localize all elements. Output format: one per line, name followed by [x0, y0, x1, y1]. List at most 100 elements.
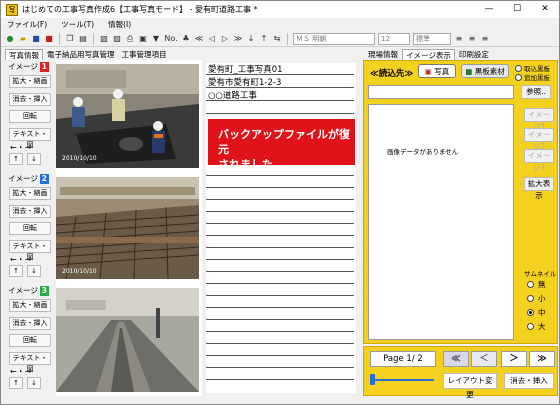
image-label-text: イメージ: [8, 174, 38, 183]
photo-3[interactable]: [56, 288, 199, 392]
open-folder-icon[interactable]: ▰: [18, 34, 28, 44]
up-button-3[interactable]: ↑: [9, 377, 23, 389]
next-icon[interactable]: ▷: [220, 34, 230, 44]
size-select[interactable]: 12: [378, 32, 410, 45]
thumb-none-radio[interactable]: [527, 281, 534, 288]
paste-icon[interactable]: ▤: [78, 34, 88, 44]
up-arrow-icon[interactable]: ↑: [259, 34, 269, 44]
align-center-icon[interactable]: ≡: [467, 34, 477, 44]
import-board-radio[interactable]: [515, 65, 522, 72]
entry-divider: [206, 307, 354, 308]
load-source-label: ≪読込先≫: [370, 69, 414, 79]
lr-arrows-1[interactable]: ←・→: [10, 142, 31, 153]
style-select[interactable]: 標準: [413, 32, 451, 45]
camera-icon[interactable]: ▣: [138, 34, 148, 44]
print-icon[interactable]: ⎙: [125, 34, 135, 44]
text-button-1[interactable]: テキスト・図: [9, 128, 51, 149]
menu-tools[interactable]: ツール(T): [61, 19, 94, 30]
last-page-button[interactable]: ≫: [529, 351, 555, 367]
entry-divider: [206, 367, 354, 368]
menu-bar: ファイル(F) ツール(T) 情報(I): [1, 18, 559, 31]
tab-site-info[interactable]: 現場情報: [365, 49, 401, 60]
swap-icon[interactable]: ⇆: [272, 34, 282, 44]
erase-insert-button-2[interactable]: 消去・挿入: [9, 205, 51, 218]
thumb-medium-radio[interactable]: [527, 309, 534, 316]
tab-image-display[interactable]: イメージ表示: [402, 49, 455, 60]
minimize-button[interactable]: —: [475, 1, 503, 18]
next-page-button[interactable]: ＞: [501, 351, 527, 367]
font-select[interactable]: ＭＳ 明朝: [293, 32, 375, 45]
maximize-button[interactable]: ☐: [503, 1, 531, 18]
tab-print-settings[interactable]: 印刷設定: [456, 49, 492, 60]
thumb-large-radio[interactable]: [527, 323, 534, 330]
prev-icon[interactable]: ◁: [207, 34, 217, 44]
entry-divider: [206, 283, 354, 284]
new-file-icon[interactable]: ●: [5, 34, 15, 44]
entry-divider: [206, 74, 354, 75]
page-slider-thumb[interactable]: [370, 374, 375, 385]
image-2-button[interactable]: イメージ2: [524, 128, 554, 151]
right-tab-bar: 現場情報 イメージ表示 印刷設定: [365, 49, 493, 60]
toast-line-1: バックアップファイルが復元: [218, 128, 350, 156]
up-button-2[interactable]: ↑: [9, 265, 23, 277]
tab-electronic-delivery[interactable]: 電子納品用写真管理: [44, 49, 118, 60]
zoom-button-2[interactable]: 拡大・縮画: [9, 187, 51, 200]
first-icon[interactable]: ≪: [194, 34, 204, 44]
board-material-button[interactable]: ■ 黒板素材: [461, 64, 509, 78]
image-display-panel: ≪読込先≫ ▣ 写真 ■ 黒板素材 取込黒板 追加黒板 参照.. 画像データがあ…: [363, 60, 558, 344]
erase-insert-button-1[interactable]: 消去・挿入: [9, 93, 51, 106]
photo-2[interactable]: 2010/10/10: [56, 177, 199, 279]
rotate-button-2[interactable]: 回転: [9, 222, 51, 235]
page-slider-track[interactable]: [372, 379, 434, 381]
lr-arrows-3[interactable]: ←・→: [10, 366, 31, 377]
image-3-button[interactable]: イメージ3: [524, 149, 554, 172]
menu-file[interactable]: ファイル(F): [7, 19, 47, 30]
close-button[interactable]: ✕: [531, 1, 559, 18]
filter-icon[interactable]: ▼: [151, 34, 161, 44]
enlarge-button[interactable]: 拡大表示: [524, 177, 554, 200]
save-icon[interactable]: ■: [31, 34, 41, 44]
print-preview-icon[interactable]: ▨: [112, 34, 122, 44]
save-as-icon[interactable]: ■: [44, 34, 54, 44]
entry-divider: [206, 355, 354, 356]
align-left-icon[interactable]: ≡: [454, 34, 464, 44]
add-board-radio[interactable]: [515, 74, 522, 81]
path-input[interactable]: [368, 85, 514, 99]
erase-insert-page-button[interactable]: 消去・挿入: [504, 373, 554, 389]
photo-1[interactable]: 2010/10/10: [56, 64, 199, 168]
prev-page-button[interactable]: ＜: [471, 351, 497, 367]
first-page-button[interactable]: ≪: [443, 351, 469, 367]
tab-construction-items[interactable]: 工事管理項目: [119, 49, 170, 60]
thumb-small-radio[interactable]: [527, 295, 534, 302]
zoom-button-1[interactable]: 拡大・縮画: [9, 75, 51, 88]
number-label[interactable]: No.: [164, 34, 178, 44]
browse-button[interactable]: 参照..: [521, 85, 551, 99]
rotate-button-1[interactable]: 回転: [9, 110, 51, 123]
last-icon[interactable]: ≫: [233, 34, 243, 44]
image-1-button[interactable]: イメージ1: [524, 108, 554, 131]
entry-divider: [206, 113, 354, 114]
menu-info[interactable]: 情報(I): [108, 19, 131, 30]
down-button-1[interactable]: ↓: [27, 153, 41, 165]
text-button-2[interactable]: テキスト・図: [9, 240, 51, 261]
tab-photo-info[interactable]: 写真情報: [5, 49, 43, 60]
up-button-1[interactable]: ↑: [9, 153, 23, 165]
copy-icon[interactable]: ❐: [65, 34, 75, 44]
align-right-icon[interactable]: ≡: [480, 34, 490, 44]
erase-insert-button-3[interactable]: 消去・挿入: [9, 317, 51, 330]
lr-arrows-2[interactable]: ←・→: [10, 254, 31, 265]
down-arrow-icon[interactable]: ↓: [246, 34, 256, 44]
zoom-button-3[interactable]: 拡大・縮画: [9, 299, 51, 312]
down-button-2[interactable]: ↓: [27, 265, 41, 277]
photo-source-button[interactable]: ▣ 写真: [418, 64, 456, 78]
no-image-text: 画像データがありません: [387, 148, 459, 156]
down-button-3[interactable]: ↓: [27, 377, 41, 389]
image-label-text: イメージ: [8, 62, 38, 71]
image-label-3: イメージ 3: [8, 285, 52, 296]
text-button-3[interactable]: テキスト・図: [9, 352, 51, 373]
layout-change-button[interactable]: レイアウト変更: [443, 373, 497, 399]
image-preview: 画像データがありません: [368, 104, 514, 340]
rotate-button-3[interactable]: 回転: [9, 334, 51, 347]
tree-icon[interactable]: ♣: [181, 34, 191, 44]
preview-icon[interactable]: ▧: [99, 34, 109, 44]
